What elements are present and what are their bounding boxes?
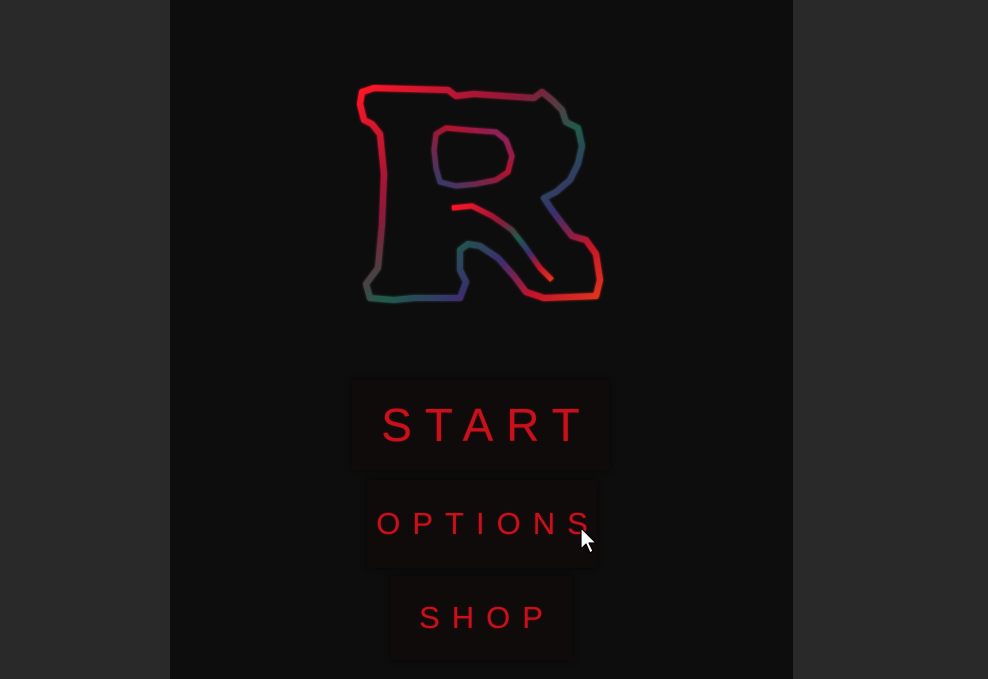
game-viewport: START OPTIONS SHOP bbox=[170, 0, 793, 679]
start-label: START bbox=[381, 399, 593, 451]
shop-label: SHOP bbox=[419, 600, 555, 635]
r-logo-icon bbox=[357, 85, 603, 303]
shop-button[interactable]: SHOP bbox=[390, 576, 572, 660]
options-button[interactable]: OPTIONS bbox=[367, 480, 597, 568]
screen: START OPTIONS SHOP bbox=[0, 0, 988, 679]
options-label: OPTIONS bbox=[376, 506, 600, 541]
start-button[interactable]: START bbox=[352, 380, 610, 470]
